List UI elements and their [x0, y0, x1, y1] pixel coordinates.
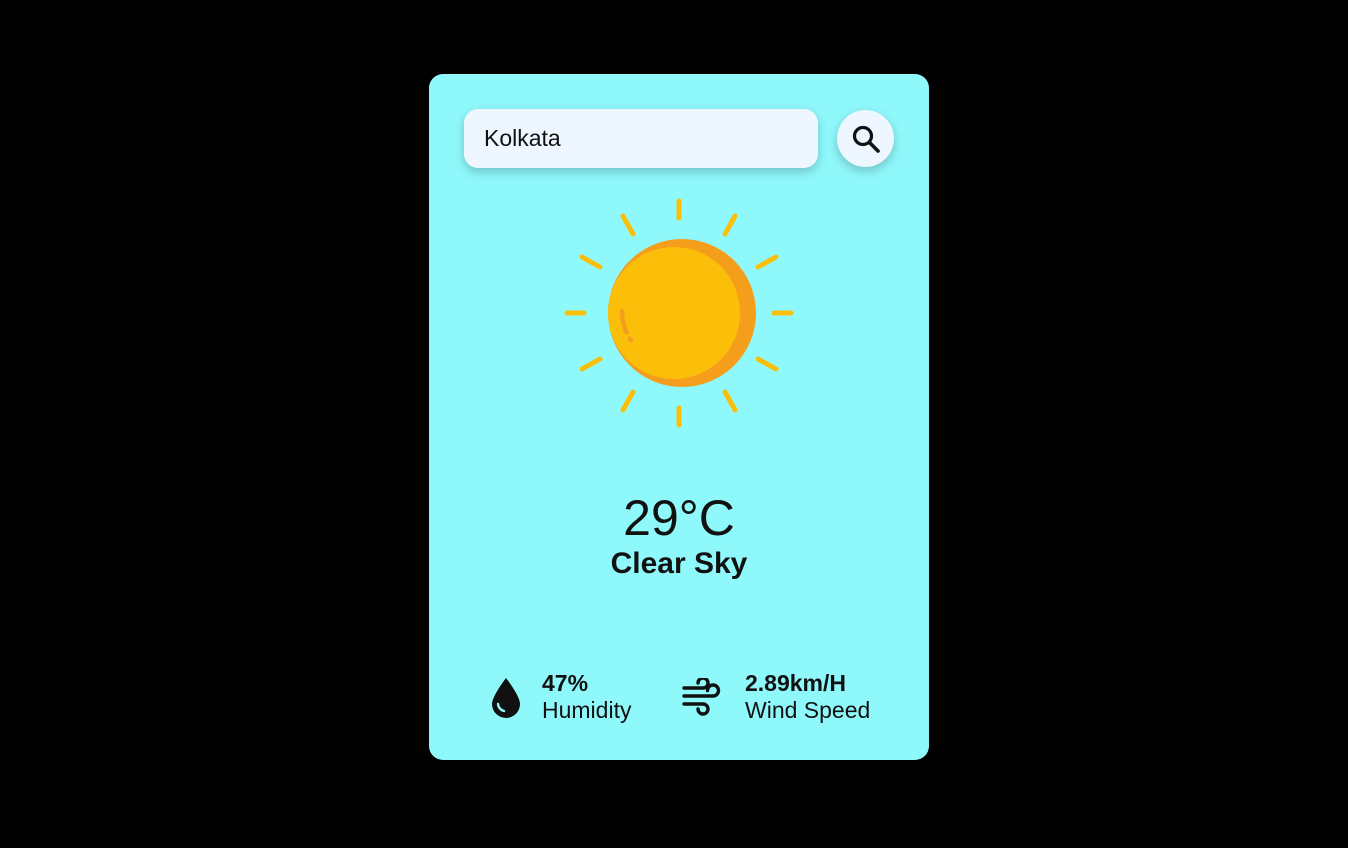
wind-speed-value: 2.89km/H: [745, 670, 847, 696]
search-button[interactable]: [837, 110, 894, 167]
search-icon: [852, 125, 880, 153]
weather-condition: Clear Sky: [610, 547, 748, 580]
wind-speed-label: Wind Speed: [745, 697, 871, 723]
humidity-stat: 47% Humidity: [486, 670, 631, 724]
wind-icon: [681, 675, 721, 719]
temperature-value: 29°C: [623, 490, 735, 546]
humidity-label: Humidity: [542, 697, 632, 723]
humidity-value: 47%: [542, 670, 589, 696]
wind-speed-stat: 2.89km/H Wind Speed: [681, 670, 870, 724]
sun-icon: [564, 198, 794, 428]
water-drop-icon: [486, 675, 526, 719]
city-search-input[interactable]: [464, 109, 818, 168]
weather-card: 29°C Clear Sky 47% Humidity 2.89km/H: [429, 74, 929, 760]
